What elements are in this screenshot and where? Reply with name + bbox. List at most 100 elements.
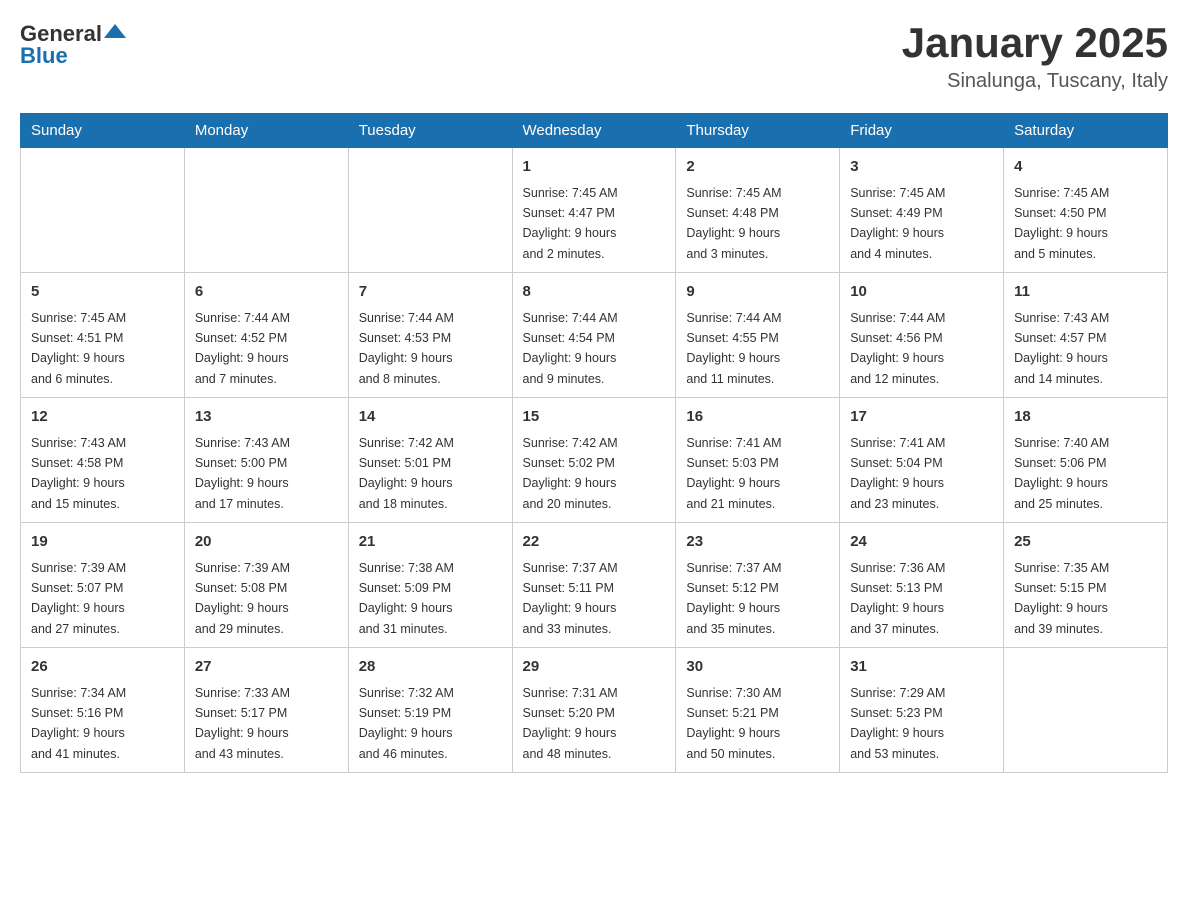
day-number: 25 bbox=[1014, 531, 1157, 554]
day-number: 26 bbox=[31, 656, 174, 679]
week-row-2: 5Sunrise: 7:45 AM Sunset: 4:51 PM Daylig… bbox=[21, 273, 1168, 398]
calendar-table: SundayMondayTuesdayWednesdayThursdayFrid… bbox=[20, 113, 1168, 773]
header-day-thursday: Thursday bbox=[676, 114, 840, 148]
day-info: Sunrise: 7:37 AM Sunset: 5:12 PM Dayligh… bbox=[686, 561, 781, 636]
day-number: 3 bbox=[850, 156, 993, 179]
day-info: Sunrise: 7:39 AM Sunset: 5:07 PM Dayligh… bbox=[31, 561, 126, 636]
day-cell: 7Sunrise: 7:44 AM Sunset: 4:53 PM Daylig… bbox=[348, 273, 512, 398]
day-number: 1 bbox=[523, 156, 666, 179]
day-cell: 20 Sunrise: 7:39 AM Sunset: 5:08 PM Dayli… bbox=[184, 523, 348, 648]
day-cell: 31 Sunrise: 7:29 AM Sunset: 5:23 PM Dayli… bbox=[840, 648, 1004, 773]
day-cell: 23 Sunrise: 7:37 AM Sunset: 5:12 PM Dayli… bbox=[676, 523, 840, 648]
day-cell: 27 Sunrise: 7:33 AM Sunset: 5:17 PM Dayli… bbox=[184, 648, 348, 773]
day-info: Sunrise: 7:45 AM Sunset: 4:48 PM Dayligh… bbox=[686, 186, 781, 261]
day-info: Sunrise: 7:41 AM Sunset: 5:03 PM Dayligh… bbox=[686, 436, 781, 511]
day-cell: 28 Sunrise: 7:32 AM Sunset: 5:19 PM Dayli… bbox=[348, 648, 512, 773]
page-header: General Blue January 2025 Sinalunga, Tus… bbox=[20, 20, 1168, 93]
day-cell: 30 Sunrise: 7:30 AM Sunset: 5:21 PM Dayli… bbox=[676, 648, 840, 773]
day-cell: 4Sunrise: 7:45 AM Sunset: 4:50 PM Daylig… bbox=[1004, 148, 1168, 273]
day-number: 19 bbox=[31, 531, 174, 554]
day-cell: 21 Sunrise: 7:38 AM Sunset: 5:09 PM Dayli… bbox=[348, 523, 512, 648]
day-info: Sunrise: 7:43 AM Sunset: 5:00 PM Dayligh… bbox=[195, 436, 290, 511]
day-number: 20 bbox=[195, 531, 338, 554]
day-number: 21 bbox=[359, 531, 502, 554]
day-cell bbox=[348, 148, 512, 273]
day-cell: 10 Sunrise: 7:44 AM Sunset: 4:56 PM Dayli… bbox=[840, 273, 1004, 398]
day-info: Sunrise: 7:41 AM Sunset: 5:04 PM Dayligh… bbox=[850, 436, 945, 511]
day-info: Sunrise: 7:45 AM Sunset: 4:50 PM Dayligh… bbox=[1014, 186, 1109, 261]
day-info: Sunrise: 7:35 AM Sunset: 5:15 PM Dayligh… bbox=[1014, 561, 1109, 636]
day-info: Sunrise: 7:45 AM Sunset: 4:47 PM Dayligh… bbox=[523, 186, 618, 261]
day-cell: 18Sunrise: 7:40 AM Sunset: 5:06 PM Dayli… bbox=[1004, 398, 1168, 523]
day-number: 17 bbox=[850, 406, 993, 429]
day-cell: 3 Sunrise: 7:45 AM Sunset: 4:49 PM Daylig… bbox=[840, 148, 1004, 273]
day-number: 11 bbox=[1014, 281, 1157, 304]
day-cell: 2Sunrise: 7:45 AM Sunset: 4:48 PM Daylig… bbox=[676, 148, 840, 273]
day-info: Sunrise: 7:38 AM Sunset: 5:09 PM Dayligh… bbox=[359, 561, 454, 636]
day-info: Sunrise: 7:44 AM Sunset: 4:56 PM Dayligh… bbox=[850, 311, 945, 386]
header-day-sunday: Sunday bbox=[21, 114, 185, 148]
header-day-wednesday: Wednesday bbox=[512, 114, 676, 148]
day-cell: 1 Sunrise: 7:45 AM Sunset: 4:47 PM Daylig… bbox=[512, 148, 676, 273]
logo-triangle-icon bbox=[104, 20, 126, 42]
day-info: Sunrise: 7:31 AM Sunset: 5:20 PM Dayligh… bbox=[523, 686, 618, 761]
day-info: Sunrise: 7:44 AM Sunset: 4:52 PM Dayligh… bbox=[195, 311, 290, 386]
day-cell: 6Sunrise: 7:44 AM Sunset: 4:52 PM Daylig… bbox=[184, 273, 348, 398]
day-number: 27 bbox=[195, 656, 338, 679]
day-number: 14 bbox=[359, 406, 502, 429]
day-number: 23 bbox=[686, 531, 829, 554]
location-title: Sinalunga, Tuscany, Italy bbox=[902, 70, 1168, 93]
week-row-3: 12Sunrise: 7:43 AM Sunset: 4:58 PM Dayli… bbox=[21, 398, 1168, 523]
day-info: Sunrise: 7:32 AM Sunset: 5:19 PM Dayligh… bbox=[359, 686, 454, 761]
day-number: 29 bbox=[523, 656, 666, 679]
logo: General Blue bbox=[20, 20, 126, 69]
day-info: Sunrise: 7:30 AM Sunset: 5:21 PM Dayligh… bbox=[686, 686, 781, 761]
day-number: 30 bbox=[686, 656, 829, 679]
header-day-tuesday: Tuesday bbox=[348, 114, 512, 148]
day-number: 24 bbox=[850, 531, 993, 554]
day-info: Sunrise: 7:40 AM Sunset: 5:06 PM Dayligh… bbox=[1014, 436, 1109, 511]
day-info: Sunrise: 7:43 AM Sunset: 4:57 PM Dayligh… bbox=[1014, 311, 1109, 386]
day-cell: 17 Sunrise: 7:41 AM Sunset: 5:04 PM Dayli… bbox=[840, 398, 1004, 523]
day-info: Sunrise: 7:36 AM Sunset: 5:13 PM Dayligh… bbox=[850, 561, 945, 636]
day-cell: 15Sunrise: 7:42 AM Sunset: 5:02 PM Dayli… bbox=[512, 398, 676, 523]
day-cell bbox=[184, 148, 348, 273]
day-cell: 22 Sunrise: 7:37 AM Sunset: 5:11 PM Dayli… bbox=[512, 523, 676, 648]
day-cell: 14 Sunrise: 7:42 AM Sunset: 5:01 PM Dayli… bbox=[348, 398, 512, 523]
day-info: Sunrise: 7:42 AM Sunset: 5:01 PM Dayligh… bbox=[359, 436, 454, 511]
header-day-friday: Friday bbox=[840, 114, 1004, 148]
day-cell: 9 Sunrise: 7:44 AM Sunset: 4:55 PM Daylig… bbox=[676, 273, 840, 398]
header-day-monday: Monday bbox=[184, 114, 348, 148]
day-cell: 19 Sunrise: 7:39 AM Sunset: 5:07 PM Dayli… bbox=[21, 523, 185, 648]
day-number: 7 bbox=[359, 281, 502, 304]
day-cell: 25 Sunrise: 7:35 AM Sunset: 5:15 PM Dayli… bbox=[1004, 523, 1168, 648]
day-info: Sunrise: 7:45 AM Sunset: 4:51 PM Dayligh… bbox=[31, 311, 126, 386]
day-info: Sunrise: 7:44 AM Sunset: 4:54 PM Dayligh… bbox=[523, 311, 618, 386]
header-row: SundayMondayTuesdayWednesdayThursdayFrid… bbox=[21, 114, 1168, 148]
day-cell: 12Sunrise: 7:43 AM Sunset: 4:58 PM Dayli… bbox=[21, 398, 185, 523]
day-info: Sunrise: 7:39 AM Sunset: 5:08 PM Dayligh… bbox=[195, 561, 290, 636]
day-info: Sunrise: 7:33 AM Sunset: 5:17 PM Dayligh… bbox=[195, 686, 290, 761]
day-info: Sunrise: 7:45 AM Sunset: 4:49 PM Dayligh… bbox=[850, 186, 945, 261]
day-number: 22 bbox=[523, 531, 666, 554]
day-number: 12 bbox=[31, 406, 174, 429]
day-number: 31 bbox=[850, 656, 993, 679]
day-number: 9 bbox=[686, 281, 829, 304]
day-number: 15 bbox=[523, 406, 666, 429]
day-cell: 16Sunrise: 7:41 AM Sunset: 5:03 PM Dayli… bbox=[676, 398, 840, 523]
week-row-5: 26 Sunrise: 7:34 AM Sunset: 5:16 PM Dayli… bbox=[21, 648, 1168, 773]
day-number: 8 bbox=[523, 281, 666, 304]
day-cell: 11 Sunrise: 7:43 AM Sunset: 4:57 PM Dayli… bbox=[1004, 273, 1168, 398]
day-cell: 29 Sunrise: 7:31 AM Sunset: 5:20 PM Dayli… bbox=[512, 648, 676, 773]
day-number: 10 bbox=[850, 281, 993, 304]
day-info: Sunrise: 7:34 AM Sunset: 5:16 PM Dayligh… bbox=[31, 686, 126, 761]
logo-blue-text: Blue bbox=[20, 43, 68, 69]
day-info: Sunrise: 7:44 AM Sunset: 4:55 PM Dayligh… bbox=[686, 311, 781, 386]
day-cell: 24 Sunrise: 7:36 AM Sunset: 5:13 PM Dayli… bbox=[840, 523, 1004, 648]
header-day-saturday: Saturday bbox=[1004, 114, 1168, 148]
day-info: Sunrise: 7:37 AM Sunset: 5:11 PM Dayligh… bbox=[523, 561, 618, 636]
day-info: Sunrise: 7:29 AM Sunset: 5:23 PM Dayligh… bbox=[850, 686, 945, 761]
week-row-1: 1 Sunrise: 7:45 AM Sunset: 4:47 PM Daylig… bbox=[21, 148, 1168, 273]
day-number: 28 bbox=[359, 656, 502, 679]
day-cell: 26 Sunrise: 7:34 AM Sunset: 5:16 PM Dayli… bbox=[21, 648, 185, 773]
